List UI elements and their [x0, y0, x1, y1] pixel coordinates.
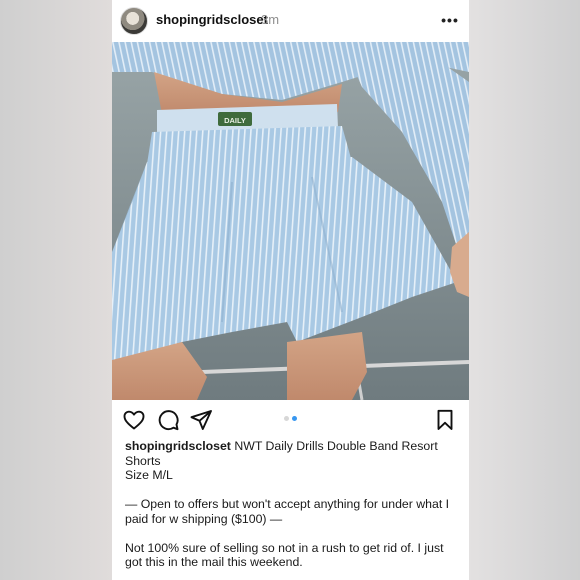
- caption-username[interactable]: shopingridscloset: [125, 439, 231, 453]
- carousel-dot-1[interactable]: [284, 416, 289, 421]
- post-username[interactable]: shopingridscloset: [156, 12, 268, 27]
- send-icon[interactable]: [189, 408, 213, 432]
- background-right: [469, 0, 580, 580]
- more-horizontal-icon[interactable]: •••: [440, 10, 460, 30]
- photo-band-label: DAILY: [224, 116, 246, 125]
- post-time: 3m: [261, 12, 280, 27]
- bookmark-icon[interactable]: [433, 408, 457, 432]
- post-actions: [112, 400, 469, 438]
- post-header: shopingridscloset 3m •••: [112, 0, 469, 42]
- avatar[interactable]: [120, 7, 148, 35]
- photo-artwork: DAILY: [112, 42, 469, 400]
- carousel-indicator: [284, 416, 300, 422]
- caption-offer: — Open to offers but won't accept anythi…: [125, 497, 450, 526]
- post-photo[interactable]: DAILY: [112, 42, 469, 400]
- carousel-dot-2-active[interactable]: [292, 416, 297, 421]
- heart-icon[interactable]: [122, 408, 146, 432]
- post-caption: shopingridscloset NWT Daily Drills Doubl…: [125, 439, 460, 580]
- comment-icon[interactable]: [156, 408, 180, 432]
- background-left: [0, 0, 112, 580]
- caption-note: Not 100% sure of selling so not in a rus…: [125, 540, 444, 570]
- caption-size: Size M/L: [125, 468, 173, 482]
- instagram-post: shopingridscloset 3m ••• DAILY shopingri…: [112, 0, 469, 580]
